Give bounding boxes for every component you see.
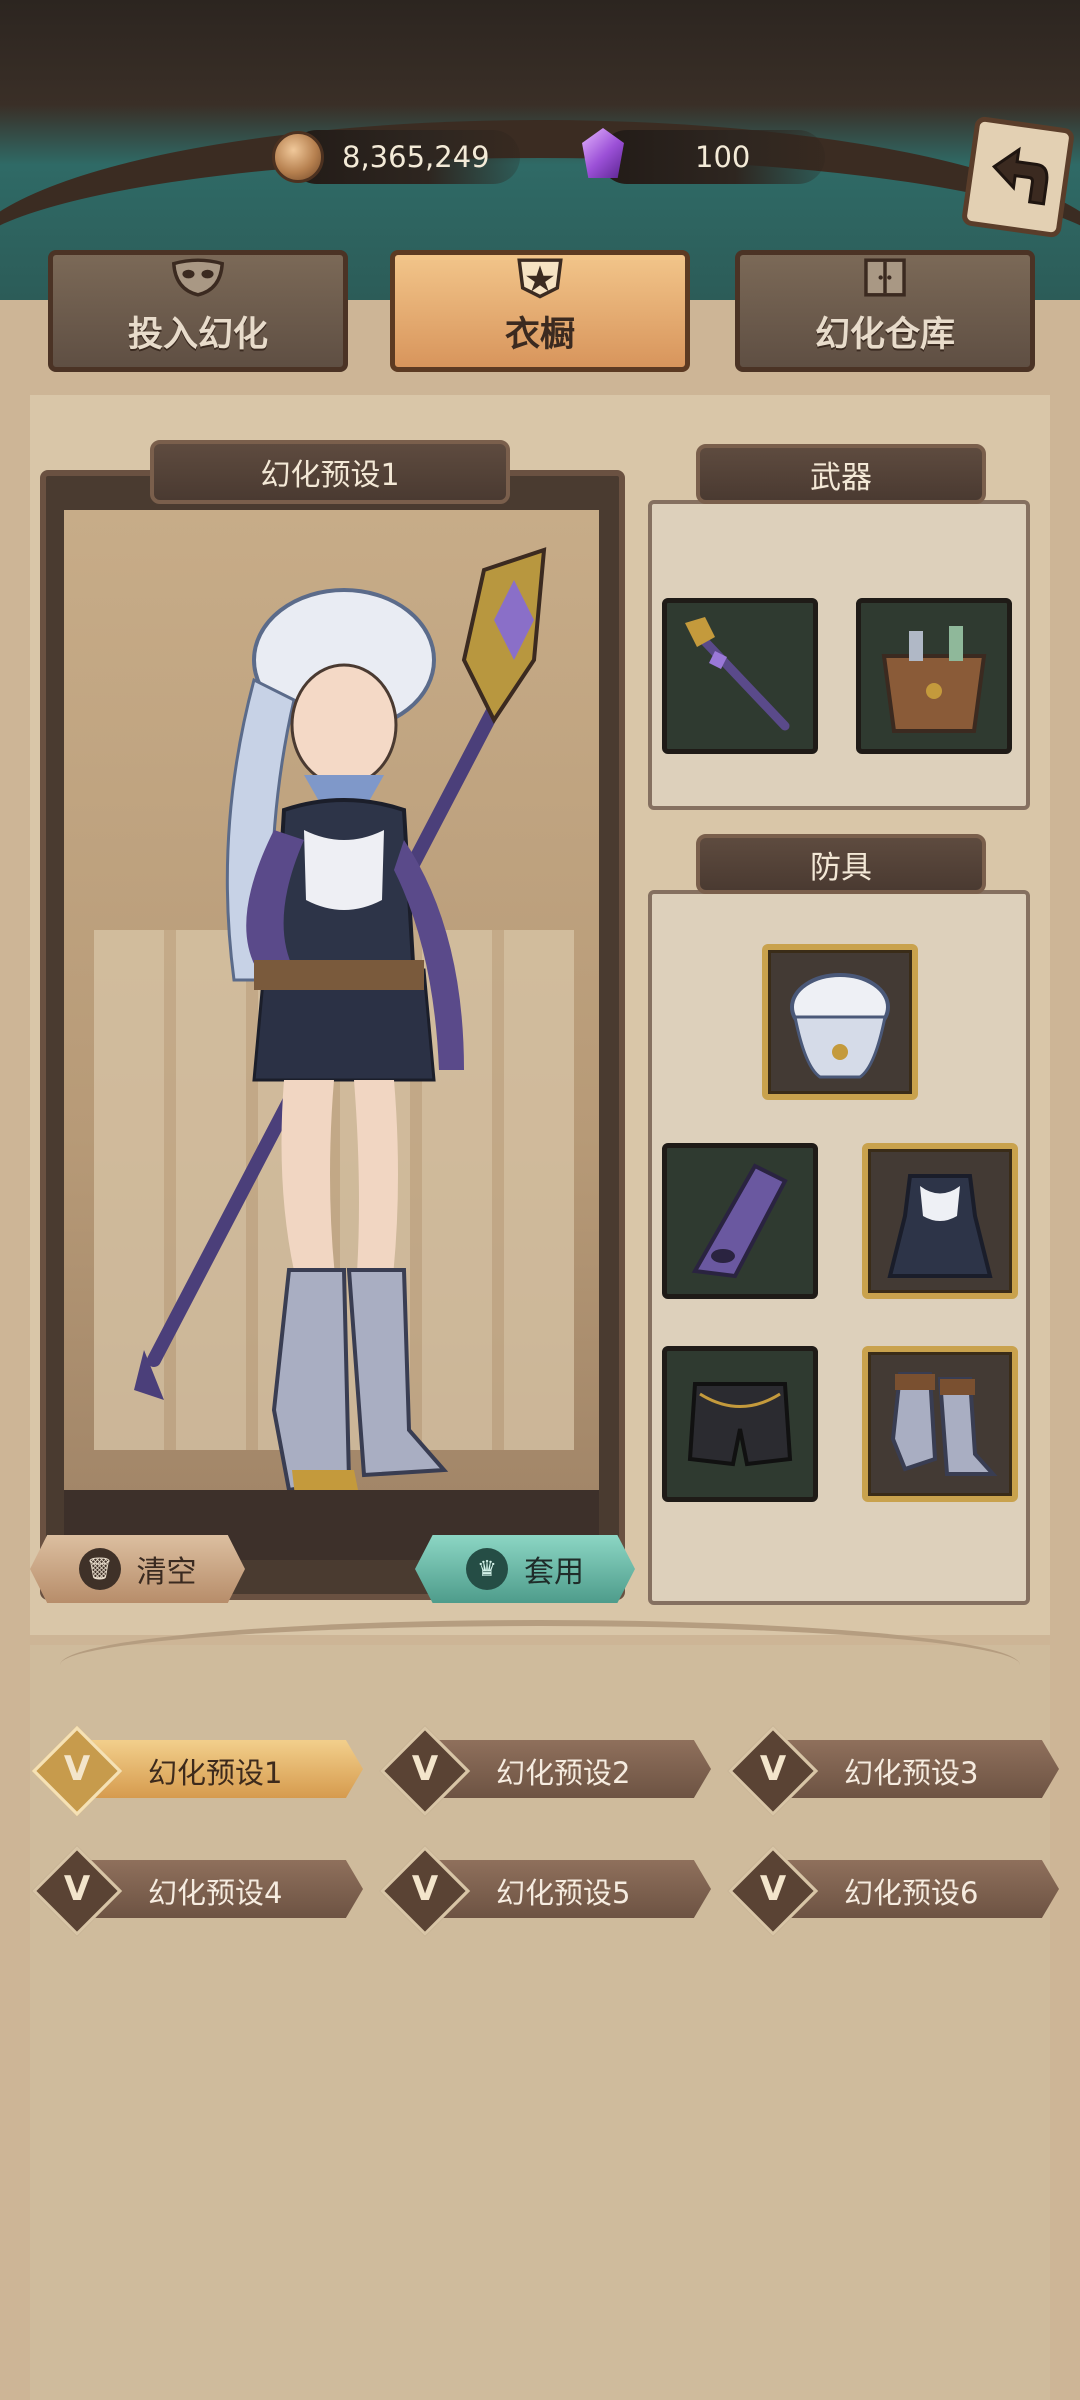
armor-slot-boots[interactable] [862,1346,1018,1502]
back-arrow-icon [991,146,1049,206]
armor-slot-gloves[interactable] [662,1143,818,1299]
tab-label: 幻化仓库 [814,315,955,355]
preset-label: 幻化预设4 [148,1876,283,1910]
tab-transmog-storage[interactable]: 幻化仓库 [735,250,1035,372]
weapons-title: 武器 [696,444,986,504]
preset-label: 幻化预设3 [844,1756,979,1790]
coin-amount: 8,365,249 [342,140,490,174]
tab-invest-transmog[interactable]: 投入幻化 [48,250,348,372]
tab-label: 投入幻化 [127,315,268,355]
apply-button[interactable]: ♛ 套用 [415,1535,635,1603]
crown-icon: ♛ [466,1548,508,1590]
character-preview [64,510,599,1550]
v-emblem-icon: V [759,1869,787,1909]
preset-button-2[interactable]: V 幻化预设2 [379,1725,716,1817]
back-button[interactable] [960,115,1076,239]
weapons-title-text: 武器 [810,459,872,496]
preset-title: 幻化预设1 [150,440,510,504]
divider-ornament [60,1620,1020,1710]
armor-title-text: 防具 [810,849,872,886]
clear-button[interactable]: 🗑 清空 [30,1535,245,1603]
armor-slot-hat[interactable] [762,944,918,1100]
armor-slot-shorts[interactable] [662,1346,818,1502]
gem-counter: 100 [600,130,825,184]
v-emblem-icon: V [63,1749,91,1789]
armor-slot-dress[interactable] [862,1143,1018,1299]
v-emblem-icon: V [759,1749,787,1789]
cabinet-icon [864,258,906,297]
shorts-icon [687,1382,793,1467]
boots-icon [890,1372,998,1476]
preset-title-text: 幻化预设1 [260,458,400,493]
preset-button-1[interactable]: V 幻化预设1 [31,1725,368,1817]
preset-label: 幻化预设1 [148,1756,283,1790]
gem-amount: 100 [695,140,751,174]
v-emblem-icon: V [411,1869,439,1909]
dress-icon [887,1174,993,1278]
preset-label: 幻化预设2 [496,1756,631,1790]
wardrobe-crest-icon [517,258,563,299]
preset-button-4[interactable]: V 幻化预设4 [31,1845,368,1937]
weapon-slot-staff[interactable] [662,598,818,754]
pouch-icon [881,626,987,733]
apply-button-label: 套用 [524,1555,584,1590]
preset-label: 幻化预设6 [844,1876,979,1910]
glove-icon [691,1163,788,1279]
staff-icon [685,617,790,731]
preset-button-5[interactable]: V 幻化预设5 [379,1845,716,1937]
coin-icon [272,131,324,183]
preset-button-6[interactable]: V 幻化预设6 [727,1845,1064,1937]
v-emblem-icon: V [411,1749,439,1789]
tab-label: 衣橱 [504,315,575,355]
hat-icon [790,973,890,1079]
trash-icon: 🗑 [78,1548,121,1590]
preset-button-3[interactable]: V 幻化预设3 [727,1725,1064,1817]
character-figure-illustration [134,547,547,1505]
armor-title: 防具 [696,834,986,894]
weapon-slot-pouch[interactable] [856,598,1012,754]
preset-label: 幻化预设5 [496,1876,631,1910]
coin-counter: 8,365,249 [290,130,520,184]
v-emblem-icon: V [63,1869,91,1909]
clear-button-label: 清空 [136,1555,197,1590]
mask-icon [171,258,225,297]
tab-wardrobe[interactable]: 衣橱 [390,250,690,372]
